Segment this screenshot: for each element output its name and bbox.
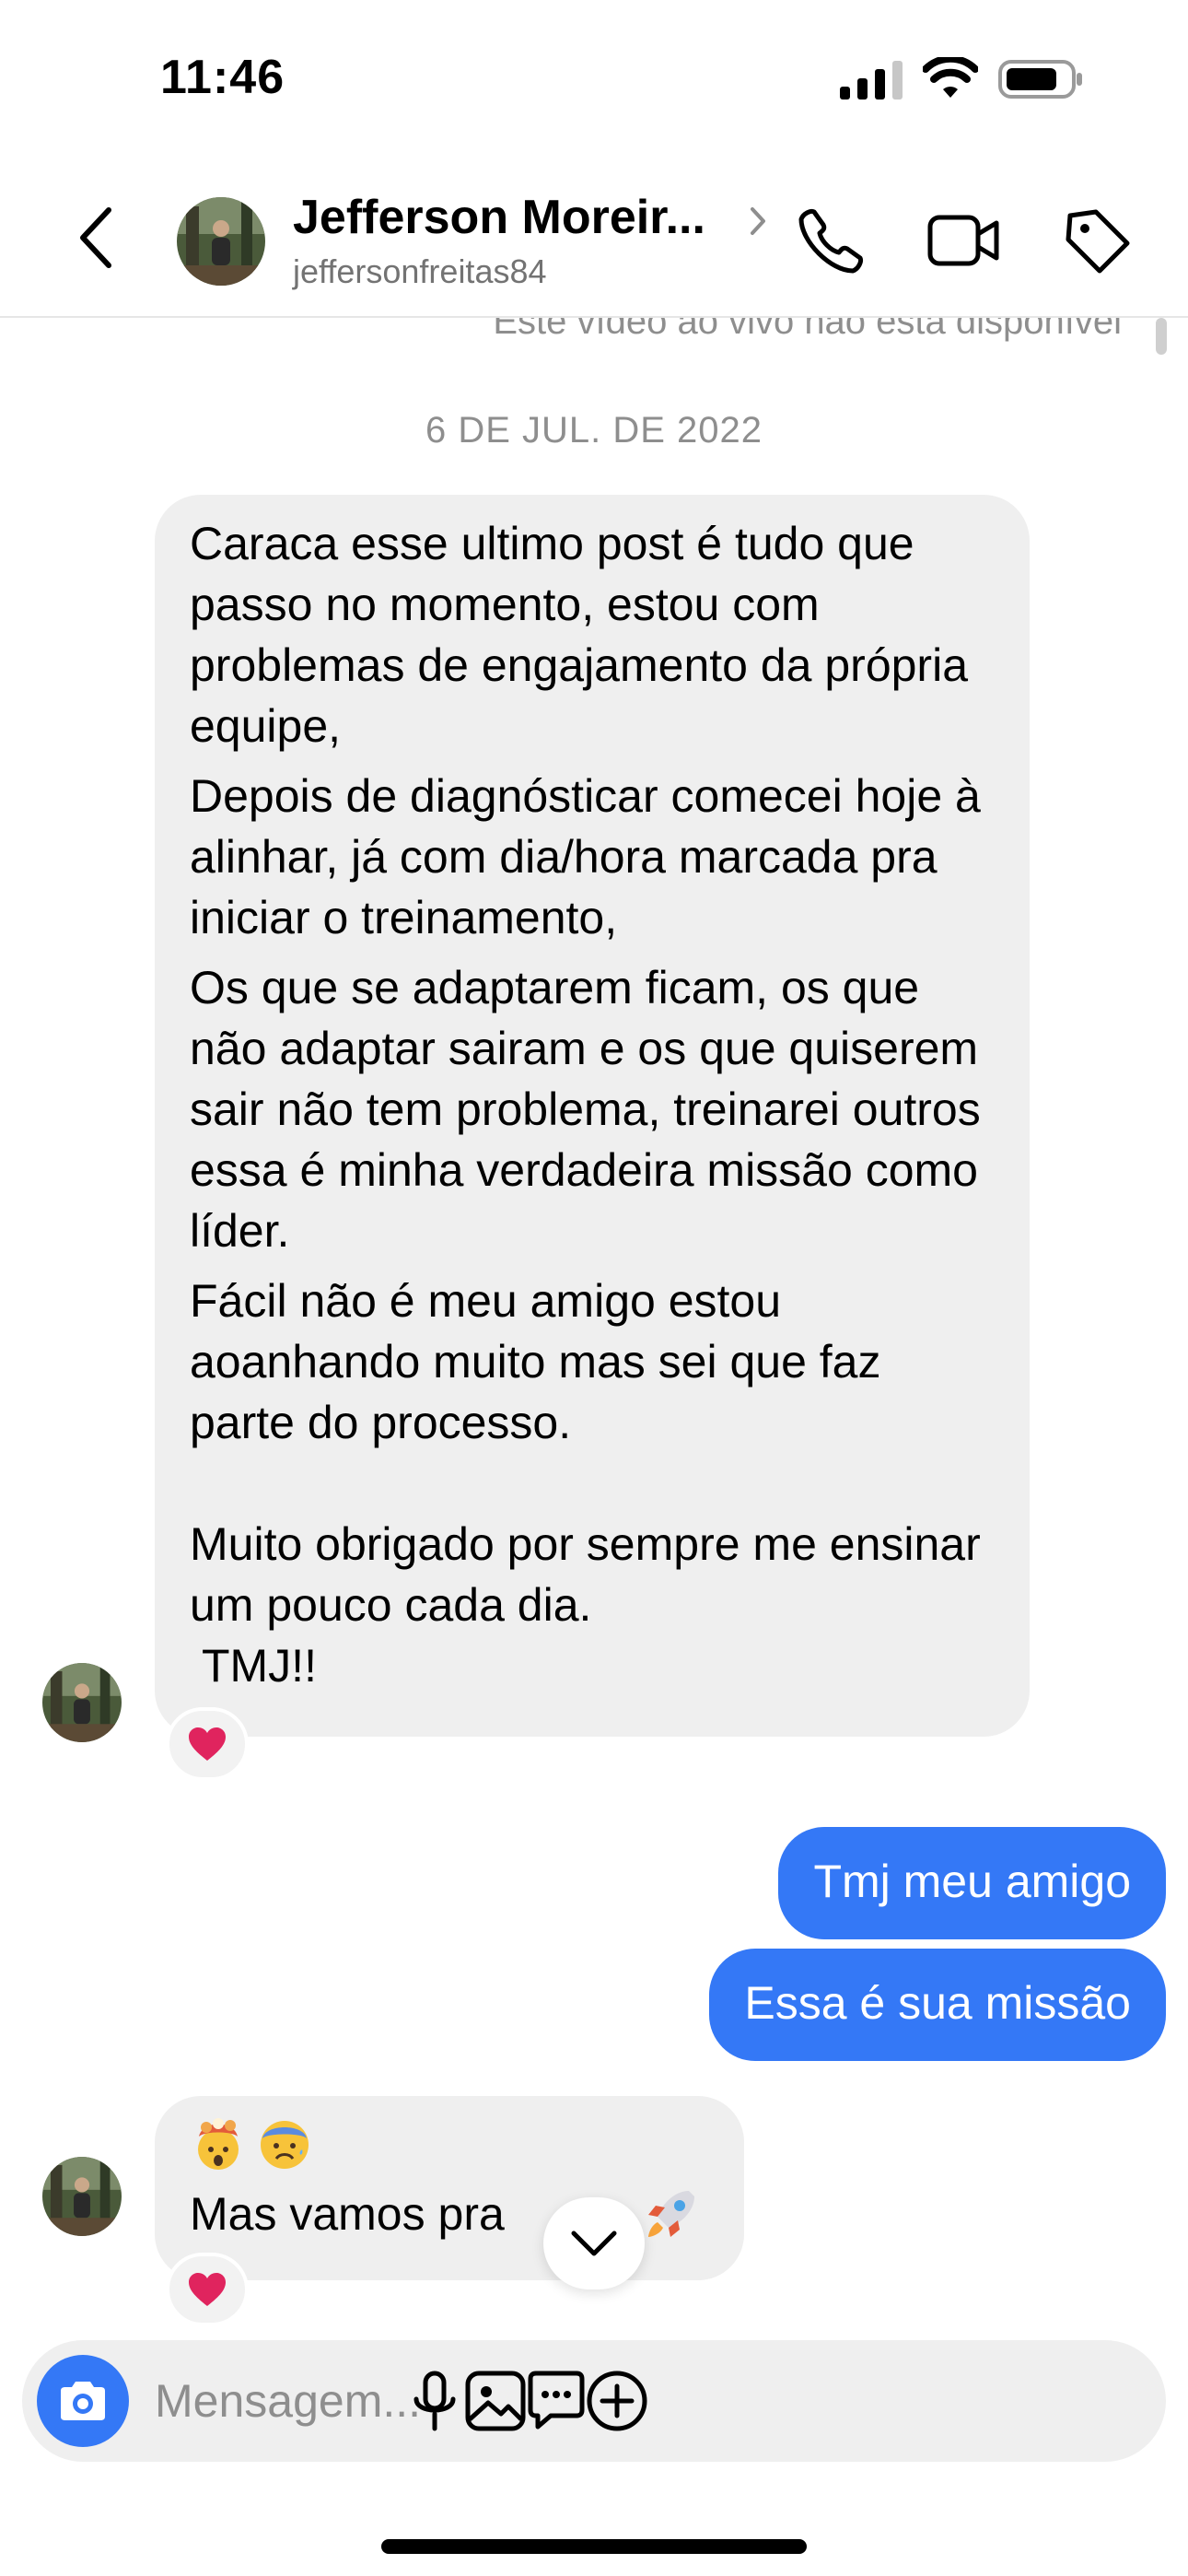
camera-button[interactable] <box>37 2355 129 2447</box>
message-paragraph: Caraca esse ultimo post é tudo que passo… <box>190 518 968 752</box>
message-paragraph: Fácil não é meu amigo estou aoanhando mu… <box>190 1275 881 1448</box>
scroll-indicator <box>1156 318 1167 355</box>
scroll-to-bottom-button[interactable] <box>543 2197 645 2289</box>
heart-reaction[interactable] <box>166 2253 249 2326</box>
heart-reaction[interactable] <box>166 1707 249 1781</box>
chevron-right-icon[interactable] <box>748 205 768 238</box>
sender-avatar[interactable] <box>42 2157 122 2236</box>
outgoing-message-bubble[interactable]: Essa é sua missão <box>709 1949 1166 2061</box>
chat-header: Jefferson Moreir... jeffersonfreitas84 <box>0 157 1188 318</box>
gallery-icon[interactable] <box>460 2366 530 2436</box>
incoming-message-bubble[interactable]: Caraca esse ultimo post é tudo que passo… <box>155 495 1030 1737</box>
exploding-head-emoji <box>198 2118 239 2170</box>
unavailable-live-video-note: Este vídeo ao vivo não está disponível <box>493 318 1122 342</box>
status-bar: 11:46 <box>0 0 1188 157</box>
anxious-face-emoji <box>261 2121 309 2169</box>
rocket-emoji <box>647 2191 694 2237</box>
message-text: Mas vamos pra <box>190 2188 505 2240</box>
status-time: 11:46 <box>160 51 285 104</box>
chevron-down-icon <box>571 2231 617 2256</box>
tag-icon[interactable] <box>1061 205 1135 278</box>
contact-handle: jeffersonfreitas84 <box>293 252 547 290</box>
message-paragraph: Depois de diagnósticar comecei hoje à al… <box>190 770 981 943</box>
emoji-row <box>190 2113 709 2177</box>
chevron-left-icon[interactable] <box>74 205 120 271</box>
heart-icon <box>189 2273 226 2306</box>
heart-icon <box>189 1727 226 1761</box>
sender-avatar[interactable] <box>42 1663 122 1742</box>
outgoing-message-bubble[interactable]: Tmj meu amigo <box>778 1827 1166 1939</box>
message-paragraph: TMJ!! <box>190 1640 317 1692</box>
sticker-icon[interactable] <box>521 2366 591 2436</box>
message-composer <box>22 2340 1166 2462</box>
cellular-signal-icon <box>840 61 903 100</box>
contact-avatar[interactable] <box>177 197 265 286</box>
message-thread[interactable]: Este vídeo ao vivo não está disponível 6… <box>0 318 1188 2331</box>
message-paragraph: Muito obrigado por sempre me ensinar um … <box>190 1518 981 1631</box>
microphone-icon[interactable] <box>400 2366 470 2436</box>
plus-icon[interactable] <box>582 2366 652 2436</box>
home-indicator[interactable] <box>381 2539 807 2554</box>
phone-icon[interactable] <box>794 205 868 278</box>
incoming-message-bubble[interactable]: Mas vamos pra <box>155 2096 744 2280</box>
video-camera-icon[interactable] <box>926 208 1002 273</box>
date-separator: 6 DE JUL. DE 2022 <box>425 410 763 451</box>
contact-name[interactable]: Jefferson Moreir... <box>293 190 705 245</box>
battery-icon <box>998 60 1082 99</box>
wifi-icon <box>923 57 978 98</box>
camera-icon <box>61 2382 105 2420</box>
message-paragraph: Os que se adaptarem ficam, os que não ad… <box>190 962 981 1257</box>
